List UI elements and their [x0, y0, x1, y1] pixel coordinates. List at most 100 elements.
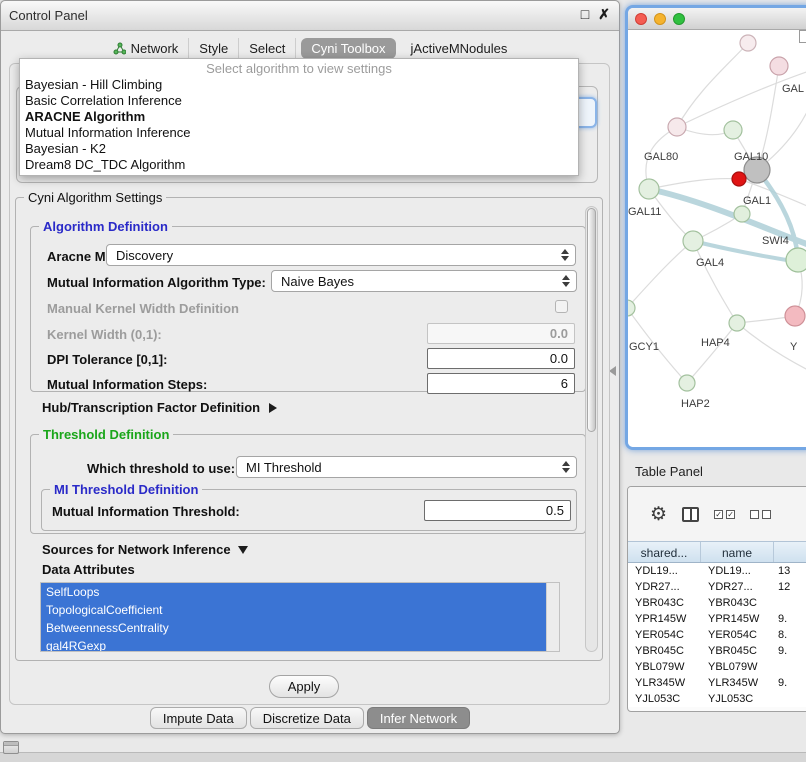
- unchecked-box-icon: [750, 510, 759, 519]
- network-node[interactable]: [740, 35, 756, 51]
- table-row[interactable]: YDR27... YDR27... 12: [628, 579, 806, 595]
- network-node-gcy1[interactable]: [628, 300, 635, 316]
- minimized-window-titlebar: [4, 742, 18, 746]
- attribute-item-betweennesscentrality[interactable]: BetweennessCentrality: [41, 619, 546, 637]
- tab-jactivemnodules[interactable]: jActiveMNodules: [401, 38, 518, 59]
- algorithm-definition-group: Algorithm Definition Aracne Mode: Discov…: [30, 226, 586, 392]
- network-node-gal4[interactable]: [683, 231, 703, 251]
- table-row[interactable]: YBR045C YBR045C 9.: [628, 643, 806, 659]
- attribute-item-topologicalcoefficient[interactable]: TopologicalCoefficient: [41, 601, 546, 619]
- tab-cyni-toolbox[interactable]: Cyni Toolbox: [301, 38, 395, 59]
- manual-kernel-checkbox[interactable]: [555, 300, 568, 313]
- cell-shared-name: YBR045C: [628, 643, 701, 659]
- table-row[interactable]: YER054C YER054C 8.: [628, 627, 806, 643]
- mi-steps-field[interactable]: 6: [427, 373, 575, 394]
- node-label-gal1: GAL1: [743, 195, 771, 207]
- cell-value: 9.: [774, 675, 806, 691]
- kernel-width-field[interactable]: 0.0: [427, 323, 575, 344]
- settings-scrollbar-thumb[interactable]: [587, 208, 596, 432]
- node-label-hap2: HAP2: [681, 398, 710, 410]
- tab-label-jactivemnodules: jActiveMNodules: [411, 41, 508, 56]
- network-node-gal80[interactable]: [668, 118, 686, 136]
- table-header-row: shared... name: [628, 541, 806, 563]
- network-node-gal10[interactable]: [724, 121, 742, 139]
- algorithm-definition-title: Algorithm Definition: [39, 219, 172, 234]
- node-label-y-partial: Y: [790, 341, 798, 353]
- network-view-window: GAL80 GAL10 GAL11 GAL1 SWI4 GAL4 GCY1 HA…: [625, 5, 806, 450]
- algorithm-dropdown-popup: Select algorithm to view settings Bayesi…: [19, 58, 579, 176]
- tab-discretize-data[interactable]: Discretize Data: [250, 707, 364, 729]
- network-graph: GAL80 GAL10 GAL11 GAL1 SWI4 GAL4 GCY1 HA…: [628, 30, 806, 447]
- sources-label: Sources for Network Inference: [42, 542, 231, 557]
- mi-type-select[interactable]: Naive Bayes: [271, 270, 577, 292]
- splitter-collapse-icon[interactable]: [609, 366, 616, 376]
- network-node-hap4[interactable]: [729, 315, 745, 331]
- close-window-icon[interactable]: ✗: [598, 6, 610, 23]
- birdseye-corner-box[interactable]: [799, 30, 806, 43]
- network-canvas[interactable]: GAL80 GAL10 GAL11 GAL1 SWI4 GAL4 GCY1 HA…: [628, 30, 806, 447]
- dpi-tolerance-field[interactable]: 0.0: [427, 348, 575, 369]
- table-row[interactable]: YDL19... YDL19... 13: [628, 563, 806, 579]
- node-label-swi4: SWI4: [762, 235, 789, 247]
- network-node-gal11[interactable]: [639, 179, 659, 199]
- attribute-item-selfloops[interactable]: SelfLoops: [41, 583, 546, 601]
- table-row[interactable]: YLR345W YLR345W 9.: [628, 675, 806, 691]
- chevron-updown-icon: [562, 461, 570, 473]
- network-node-hap2[interactable]: [679, 375, 695, 391]
- settings-scrollbar[interactable]: [585, 206, 598, 652]
- column-header-shared-name[interactable]: shared...: [628, 542, 701, 562]
- table-row[interactable]: YBR043C YBR043C: [628, 595, 806, 611]
- hub-section-toggle[interactable]: Hub/Transcription Factor Definition: [42, 400, 277, 415]
- float-window-icon[interactable]: □: [581, 6, 589, 23]
- which-threshold-select[interactable]: MI Threshold: [236, 456, 577, 478]
- aracne-mode-select[interactable]: Discovery: [106, 244, 576, 266]
- cell-shared-name: YER054C: [628, 627, 701, 643]
- control-panel-titlebar[interactable]: Control Panel □ ✗: [1, 1, 619, 31]
- dropdown-item-aracne[interactable]: ARACNE Algorithm: [20, 109, 578, 125]
- screen: Control Panel □ ✗ Network Style Select C…: [0, 0, 806, 762]
- network-node-pink[interactable]: [785, 306, 805, 326]
- mi-threshold-field[interactable]: 0.5: [424, 500, 571, 521]
- table-row[interactable]: YJL053C YJL053C: [628, 691, 806, 707]
- column-header-partial[interactable]: [774, 542, 806, 562]
- chevron-updown-icon: [562, 275, 570, 287]
- minimize-traffic-light[interactable]: [654, 13, 666, 25]
- network-window-titlebar[interactable]: [628, 8, 806, 30]
- column-header-name[interactable]: name: [701, 542, 774, 562]
- window-title: Control Panel: [9, 8, 88, 23]
- attribute-item-gal4rgexp[interactable]: gal4RGexp: [41, 637, 546, 652]
- tab-infer-network[interactable]: Infer Network: [367, 707, 470, 729]
- network-node-gal1[interactable]: [734, 206, 750, 222]
- tab-impute-data[interactable]: Impute Data: [150, 707, 247, 729]
- network-node[interactable]: [770, 57, 788, 75]
- select-all-columns-icon[interactable]: ✓ ✓: [714, 510, 735, 519]
- tab-label-cyni-toolbox: Cyni Toolbox: [311, 41, 385, 56]
- cell-name: YPR145W: [701, 611, 774, 627]
- unselect-all-columns-icon[interactable]: [750, 510, 771, 519]
- table-row[interactable]: YPR145W YPR145W 9.: [628, 611, 806, 627]
- dropdown-item-bayesian-k2[interactable]: Bayesian - K2: [20, 141, 578, 157]
- tab-network[interactable]: Network: [103, 38, 190, 59]
- columns-icon[interactable]: [682, 507, 699, 522]
- network-node-red[interactable]: [732, 172, 746, 186]
- node-label-gcy1: GCY1: [629, 341, 659, 353]
- close-traffic-light[interactable]: [635, 13, 647, 25]
- checked-box-icon: ✓: [726, 510, 735, 519]
- network-node-swi4[interactable]: [786, 248, 806, 272]
- minimized-window-icon[interactable]: [3, 741, 19, 754]
- apply-button[interactable]: Apply: [269, 675, 339, 698]
- tab-select[interactable]: Select: [239, 38, 296, 59]
- tab-style[interactable]: Style: [189, 38, 239, 59]
- dropdown-item-mutual-information[interactable]: Mutual Information Inference: [20, 125, 578, 141]
- gear-icon[interactable]: ⚙: [650, 505, 667, 524]
- cell-name: YDR27...: [701, 579, 774, 595]
- sources-section-toggle[interactable]: Sources for Network Inference: [42, 542, 248, 557]
- attribute-list-scrollbar[interactable]: [546, 583, 559, 651]
- dropdown-item-basic-correlation[interactable]: Basic Correlation Inference: [20, 93, 578, 109]
- zoom-traffic-light[interactable]: [673, 13, 685, 25]
- dropdown-item-dream8[interactable]: Dream8 DC_TDC Algorithm: [20, 157, 578, 173]
- dropdown-item-bayesian-hill-climbing[interactable]: Bayesian - Hill Climbing: [20, 77, 578, 93]
- table-row[interactable]: YBL079W YBL079W: [628, 659, 806, 675]
- dropdown-prompt[interactable]: Select algorithm to view settings: [20, 61, 578, 77]
- kernel-width-label: Kernel Width (0,1):: [47, 327, 162, 342]
